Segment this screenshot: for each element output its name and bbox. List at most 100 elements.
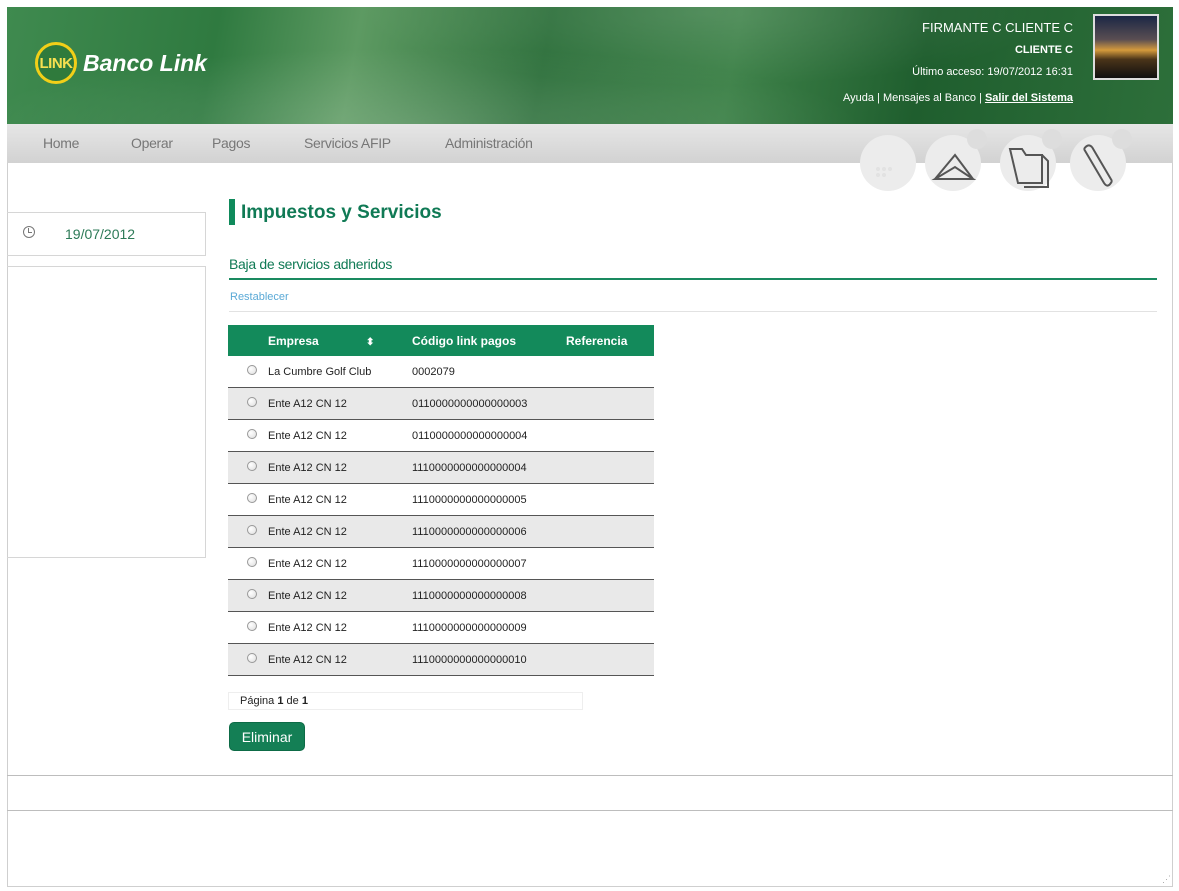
title-accent <box>229 199 235 225</box>
divider <box>229 311 1157 312</box>
pager-of: de <box>286 695 299 707</box>
cell-referencia <box>566 611 654 644</box>
cell-empresa: Ente A12 CN 12 <box>268 611 412 644</box>
table-row[interactable]: Ente A12 CN 12 1110000000000000007 <box>228 547 654 580</box>
nav-item-administracion[interactable]: Administración <box>445 135 533 151</box>
cell-empresa: Ente A12 CN 12 <box>268 643 412 676</box>
clip-icon[interactable] <box>1070 129 1132 191</box>
table-row[interactable]: Ente A12 CN 12 1110000000000000010 <box>228 643 654 676</box>
page-title: Impuestos y Servicios <box>241 202 442 223</box>
header-referencia: Referencia <box>566 333 628 348</box>
row-select <box>228 387 268 420</box>
cell-empresa: Ente A12 CN 12 <box>268 451 412 484</box>
nav-item-home[interactable]: Home <box>43 135 79 151</box>
bank-logo[interactable]: LINK Banco Link <box>35 41 207 85</box>
cell-codigo: 1110000000000000008 <box>412 579 566 612</box>
footer-divider <box>7 775 1173 776</box>
logout-link[interactable]: Salir del Sistema <box>985 92 1073 104</box>
logout-label: Salir del Sistema <box>984 92 1073 104</box>
cell-empresa: Ente A12 CN 12 <box>268 483 412 516</box>
table-row[interactable]: Ente A12 CN 12 1110000000000000004 <box>228 451 654 484</box>
row-select <box>228 643 268 676</box>
help-link[interactable]: Ayuda <box>843 92 874 104</box>
radio-button[interactable] <box>247 397 257 407</box>
row-select <box>228 547 268 580</box>
calendar-icon[interactable] <box>860 135 916 191</box>
radio-button[interactable] <box>247 653 257 663</box>
radio-button[interactable] <box>247 461 257 471</box>
radio-button[interactable] <box>247 589 257 599</box>
cell-empresa: La Cumbre Golf Club <box>268 356 412 388</box>
cell-referencia <box>566 451 654 484</box>
nav-item-operar[interactable]: Operar <box>131 135 173 151</box>
cell-referencia <box>566 515 654 548</box>
table-row[interactable]: Ente A12 CN 12 1110000000000000009 <box>228 611 654 644</box>
nav-item-pagos[interactable]: Pagos <box>212 135 251 151</box>
cell-referencia <box>566 356 654 388</box>
radio-button[interactable] <box>247 621 257 631</box>
cell-empresa: Ente A12 CN 12 <box>268 579 412 612</box>
cell-referencia <box>566 387 654 420</box>
delete-button[interactable]: Eliminar <box>229 722 305 751</box>
cell-codigo: 1110000000000000006 <box>412 515 566 548</box>
table-row[interactable]: La Cumbre Golf Club 0002079 <box>228 356 654 388</box>
cell-codigo: 0110000000000000003 <box>412 387 566 420</box>
table-row[interactable]: Ente A12 CN 12 1110000000000000006 <box>228 515 654 548</box>
table-row[interactable]: Ente A12 CN 12 1110000000000000008 <box>228 579 654 612</box>
reset-link[interactable]: Restablecer <box>230 291 289 303</box>
header-codigo: Código link pagos <box>412 333 516 348</box>
cell-empresa: Ente A12 CN 12 <box>268 515 412 548</box>
row-select <box>228 611 268 644</box>
header-select <box>228 325 268 356</box>
table-row[interactable]: Ente A12 CN 12 0110000000000000004 <box>228 419 654 452</box>
folder-icon[interactable] <box>1000 129 1062 191</box>
radio-button[interactable] <box>247 493 257 503</box>
radio-button[interactable] <box>247 365 257 375</box>
header-empresa-label: Empresa <box>268 333 319 348</box>
footer-divider <box>7 810 1173 811</box>
cell-codigo: 1110000000000000009 <box>412 611 566 644</box>
row-select <box>228 579 268 612</box>
table-row[interactable]: Ente A12 CN 12 0110000000000000003 <box>228 387 654 420</box>
table-row[interactable]: Ente A12 CN 12 1110000000000000005 <box>228 483 654 516</box>
header-empresa[interactable]: Empresa ⬍ <box>268 325 412 356</box>
row-select <box>228 451 268 484</box>
sort-icon[interactable]: ⬍ <box>366 337 374 348</box>
pagination: Página 1 de 1 <box>228 692 583 710</box>
bank-name: Banco Link <box>83 49 207 76</box>
row-select <box>228 483 268 516</box>
table-header-row: Empresa ⬍ Código link pagos Referencia <box>228 325 654 356</box>
cell-codigo: 1110000000000000010 <box>412 643 566 676</box>
radio-button[interactable] <box>247 525 257 535</box>
cell-empresa: Ente A12 CN 12 <box>268 419 412 452</box>
current-date: 19/07/2012 <box>65 226 136 242</box>
pager-current: 1 <box>277 695 284 707</box>
section-subtitle: Baja de servicios adheridos <box>229 256 393 272</box>
radio-button[interactable] <box>247 557 257 567</box>
link-logo-icon: LINK <box>35 42 77 84</box>
row-select <box>228 356 268 388</box>
separator: | <box>877 92 880 104</box>
avatar <box>1093 14 1159 80</box>
user-info: FIRMANTE C CLIENTE C CLIENTE C Último ac… <box>843 17 1073 109</box>
envelope-icon[interactable] <box>925 129 987 191</box>
sidebar-date-box: 19/07/2012 <box>7 212 206 256</box>
cell-referencia <box>566 547 654 580</box>
nav-item-servicios-afip[interactable]: Servicios AFIP <box>304 135 391 151</box>
cell-referencia <box>566 579 654 612</box>
separator: | <box>979 92 982 104</box>
messages-link[interactable]: Mensajes al Banco <box>883 92 976 104</box>
cell-codigo: 0002079 <box>412 356 566 388</box>
client-name: CLIENTE C <box>1014 44 1073 56</box>
cell-referencia <box>566 419 654 452</box>
cell-referencia <box>566 643 654 676</box>
cell-empresa: Ente A12 CN 12 <box>268 387 412 420</box>
user-name: FIRMANTE C CLIENTE C <box>922 20 1073 35</box>
row-select <box>228 419 268 452</box>
cell-codigo: 1110000000000000007 <box>412 547 566 580</box>
clock-icon <box>23 226 35 238</box>
header: LINK Banco Link FIRMANTE C CLIENTE C CLI… <box>7 7 1173 124</box>
radio-button[interactable] <box>247 429 257 439</box>
resize-grip-icon[interactable]: ⋰ <box>1162 874 1171 885</box>
cell-codigo: 1110000000000000005 <box>412 483 566 516</box>
